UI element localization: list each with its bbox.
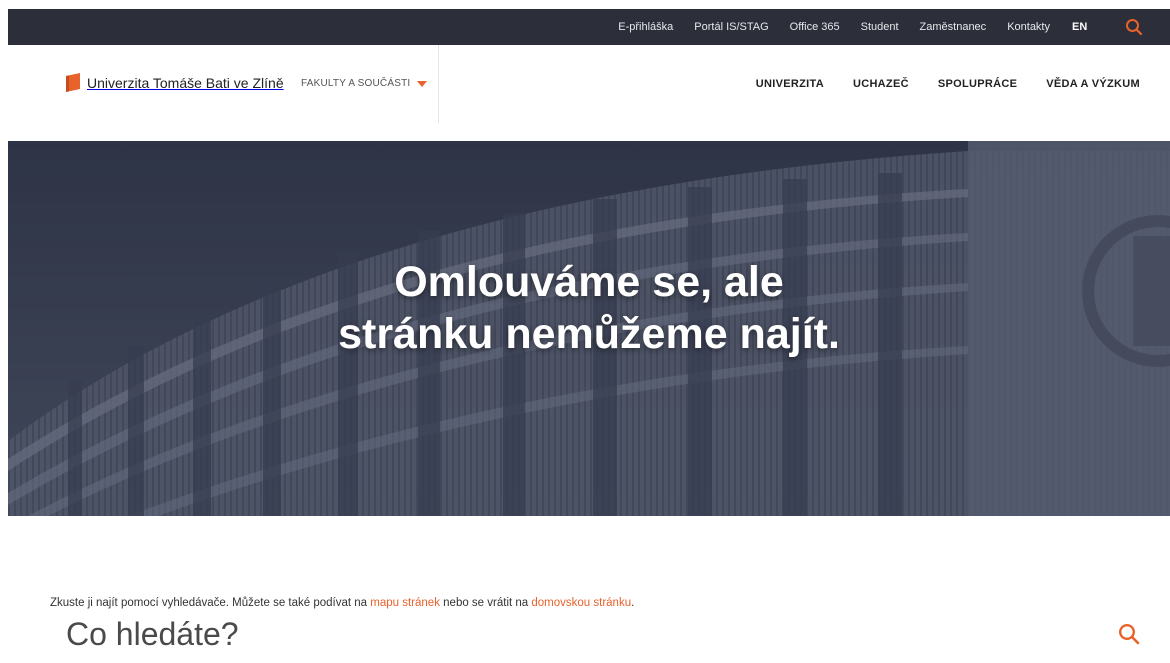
help-text-before: Zkuste ji najít pomocí vyhledávače. Může…	[50, 597, 371, 609]
book-logo-icon	[66, 73, 80, 92]
homepage-link[interactable]: domovskou stránku	[531, 597, 631, 609]
main-header: Univerzita Tomáše Bati ve Zlíně FAKULTY …	[8, 45, 1170, 123]
header-divider	[438, 45, 439, 123]
sitemap-link[interactable]: mapu stránek	[370, 597, 440, 609]
nav-veda-a-vyzkum[interactable]: VĚDA A VÝZKUM	[1046, 78, 1140, 90]
caret-down-icon	[417, 80, 428, 87]
link-kontakty[interactable]: Kontakty	[1007, 21, 1050, 33]
faculties-label: FAKULTY A SOUČÁSTI	[301, 78, 411, 89]
error-heading-line-1: Omlouváme se, ale	[394, 258, 784, 306]
nav-univerzita[interactable]: UNIVERZITA	[756, 78, 824, 90]
nav-spoluprace[interactable]: SPOLUPRÁCE	[938, 78, 1017, 90]
main-navigation: UNIVERZITA UCHAZEČ SPOLUPRÁCE VĚDA A VÝZ…	[727, 45, 1140, 123]
language-switch-en[interactable]: EN	[1072, 9, 1087, 45]
university-name: Univerzita Tomáše Bati ve Zlíně	[87, 74, 284, 91]
nav-uchazec[interactable]: UCHAZEČ	[853, 78, 909, 90]
link-e-prihlaska[interactable]: E-přihláška	[618, 21, 673, 33]
error-heading: Omlouváme se, ale stránku nemůžeme najít…	[8, 256, 1170, 360]
search-icon[interactable]	[1125, 18, 1143, 36]
search-icon[interactable]	[1118, 623, 1140, 645]
search-form	[66, 610, 1146, 660]
top-utility-bar: E-přihláška Portál IS/STAG Office 365 St…	[8, 9, 1170, 45]
help-text-middle: nebo se vrátit na	[439, 597, 532, 609]
link-zamestnanec[interactable]: Zaměstnanec	[920, 21, 987, 33]
error-heading-line-2: stránku nemůžeme najít.	[338, 310, 840, 358]
university-logo-link[interactable]: Univerzita Tomáše Bati ve Zlíně	[66, 73, 284, 92]
search-input[interactable]	[66, 610, 1066, 658]
help-text: Zkuste ji najít pomocí vyhledávače. Může…	[50, 597, 634, 609]
link-student[interactable]: Student	[861, 21, 899, 33]
link-portal-is-stag[interactable]: Portál IS/STAG	[694, 21, 768, 33]
help-text-after: .	[631, 597, 635, 609]
utility-links: E-přihláška Portál IS/STAG Office 365 St…	[597, 9, 1050, 45]
link-office-365[interactable]: Office 365	[790, 21, 840, 33]
hero-banner: Omlouváme se, ale stránku nemůžeme najít…	[8, 141, 1170, 516]
faculties-dropdown[interactable]: FAKULTY A SOUČÁSTI	[301, 78, 428, 89]
